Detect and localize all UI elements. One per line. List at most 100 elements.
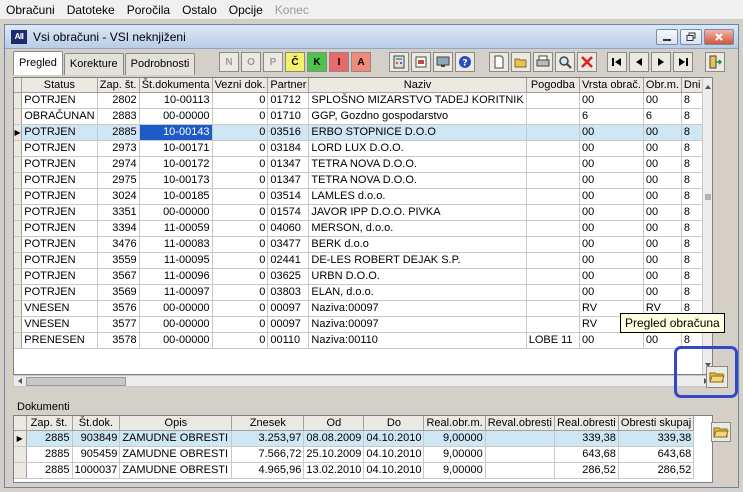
table-cell[interactable]: 00-00000: [139, 332, 213, 349]
doc-col-header-od[interactable]: Od: [303, 416, 365, 431]
row-indicator[interactable]: ▶: [14, 430, 27, 447]
table-cell[interactable]: 00097: [267, 316, 310, 333]
table-row[interactable]: POTRJEN 3476 11-00083 0 03477 BERK d.o.o 00 00 8: [14, 236, 712, 253]
table-cell[interactable]: 6: [643, 108, 682, 125]
table-cell[interactable]: 3.253,97: [231, 430, 305, 447]
table-row[interactable]: POTRJEN 3394 11-00059 0 04060 MERSON, d.o.o. 0…: [14, 220, 712, 237]
pregled-obracuna-button[interactable]: [706, 366, 728, 388]
filter-p-button[interactable]: P: [263, 52, 283, 72]
table-cell[interactable]: 00: [643, 284, 682, 301]
table-cell[interactable]: 00: [643, 140, 682, 157]
obracuni-grid[interactable]: Status Zap. št. Št.dokumenta Vezni dok. …: [13, 77, 713, 375]
table-cell[interactable]: Naziva:00110: [308, 332, 527, 349]
table-cell[interactable]: [526, 204, 581, 221]
table-cell[interactable]: 00: [643, 236, 682, 253]
table-cell[interactable]: LORD LUX D.O.O.: [308, 140, 527, 157]
table-row[interactable]: OBRAČUNAN 2883 00-00000 0 01710 GGP, Gozdno g…: [14, 108, 712, 125]
table-cell[interactable]: 0: [212, 108, 269, 125]
table-cell[interactable]: [526, 108, 581, 125]
table-cell[interactable]: POTRJEN: [21, 156, 98, 173]
table-cell[interactable]: 2973: [97, 140, 140, 157]
table-cell[interactable]: [526, 172, 581, 189]
table-cell[interactable]: 643,68: [618, 446, 695, 463]
row-indicator[interactable]: [14, 204, 23, 221]
table-cell[interactable]: POTRJEN: [21, 268, 98, 285]
grid-horizontal-scrollbar[interactable]: [13, 375, 713, 387]
table-cell[interactable]: 00: [579, 156, 644, 173]
table-cell[interactable]: 10-00185: [139, 188, 213, 205]
table-row[interactable]: POTRJEN 2975 10-00173 0 01347 TETRA NOVA D.O.…: [14, 172, 712, 189]
row-indicator[interactable]: [14, 268, 23, 285]
table-cell[interactable]: 0: [212, 252, 269, 269]
horizontal-scroll-thumb[interactable]: [26, 377, 126, 386]
table-cell[interactable]: 00: [579, 172, 644, 189]
table-cell[interactable]: 11-00096: [139, 268, 213, 285]
table-cell[interactable]: POTRJEN: [21, 172, 98, 189]
table-cell[interactable]: 04060: [267, 220, 310, 237]
table-cell[interactable]: 01347: [267, 172, 310, 189]
table-cell[interactable]: 00: [579, 268, 644, 285]
table-row[interactable]: ▶ 2885 903849 ZAMUDNE OBRESTI 3.253,97 08.08.…: [14, 430, 695, 447]
search-button[interactable]: [555, 52, 575, 72]
table-cell[interactable]: ZAMUDNE OBRESTI: [119, 462, 233, 479]
table-cell[interactable]: JAVOR IPP D.O.O. PIVKA: [308, 204, 527, 221]
table-cell[interactable]: 25.10.2009: [303, 446, 365, 463]
table-row[interactable]: POTRJEN 3559 11-00095 0 02441 DE-LES ROBERT D…: [14, 252, 712, 269]
table-cell[interactable]: 03516: [267, 124, 310, 141]
table-cell[interactable]: 00-00000: [139, 316, 213, 333]
tab-pregled[interactable]: Pregled: [13, 51, 63, 75]
table-row[interactable]: VNESEN 3576 00-00000 0 00097 Naziva:00097 RV RV…: [14, 300, 712, 317]
calculate-button[interactable]: [389, 52, 409, 72]
table-cell[interactable]: 9,00000: [423, 446, 486, 463]
menu-ostalo[interactable]: Ostalo: [176, 1, 223, 19]
print-setup-button[interactable]: [411, 52, 431, 72]
menu-obracuni[interactable]: Obračuni: [0, 1, 61, 19]
table-cell[interactable]: 0: [212, 204, 269, 221]
doc-col-header-do[interactable]: Do: [363, 416, 425, 431]
table-cell[interactable]: VNESEN: [21, 300, 98, 317]
open-button[interactable]: [511, 52, 531, 72]
table-cell[interactable]: 03477: [267, 236, 310, 253]
table-cell[interactable]: 00: [643, 92, 682, 109]
table-row[interactable]: POTRJEN 2973 10-00171 0 03184 LORD LUX D.O.O.…: [14, 140, 712, 157]
table-cell[interactable]: 01712: [267, 92, 310, 109]
table-cell[interactable]: [526, 156, 581, 173]
table-cell[interactable]: POTRJEN: [21, 236, 98, 253]
table-cell[interactable]: OBRAČUNAN: [21, 108, 98, 125]
table-cell[interactable]: 00: [579, 140, 644, 157]
table-cell[interactable]: 00: [643, 172, 682, 189]
table-cell[interactable]: [526, 284, 581, 301]
filter-a-button[interactable]: A: [351, 52, 371, 72]
row-indicator[interactable]: [14, 220, 23, 237]
table-cell[interactable]: [526, 316, 581, 333]
table-cell[interactable]: 905459: [72, 446, 121, 463]
row-indicator[interactable]: [14, 140, 23, 157]
doc-col-header-opis[interactable]: Opis: [119, 416, 233, 431]
table-cell[interactable]: 0: [212, 220, 269, 237]
table-cell[interactable]: 00: [579, 220, 644, 237]
row-indicator[interactable]: [14, 284, 23, 301]
table-cell[interactable]: TETRA NOVA D.O.O.: [308, 172, 527, 189]
table-cell[interactable]: 2802: [97, 92, 140, 109]
table-cell[interactable]: 2885: [26, 462, 73, 479]
table-cell[interactable]: 08.08.2009: [303, 430, 365, 447]
row-indicator[interactable]: [14, 462, 27, 479]
table-cell[interactable]: 7.566,72: [231, 446, 305, 463]
table-cell[interactable]: 0: [212, 188, 269, 205]
table-cell[interactable]: 3576: [97, 300, 140, 317]
table-cell[interactable]: POTRJEN: [21, 284, 98, 301]
table-cell[interactable]: 339,38: [618, 430, 695, 447]
table-cell[interactable]: 3578: [97, 332, 140, 349]
table-cell[interactable]: URBN D.O.O.: [308, 268, 527, 285]
col-header-obr-m[interactable]: Obr.m.: [643, 78, 682, 93]
table-cell[interactable]: 286,52: [554, 462, 619, 479]
table-cell[interactable]: 00: [643, 332, 682, 349]
table-cell[interactable]: 13.02.2010: [303, 462, 365, 479]
table-cell[interactable]: 00: [579, 252, 644, 269]
table-cell[interactable]: 00-00000: [139, 300, 213, 317]
table-cell[interactable]: 04.10.2010: [363, 462, 425, 479]
first-record-button[interactable]: [607, 52, 627, 72]
row-indicator[interactable]: [14, 188, 23, 205]
table-cell[interactable]: 0: [212, 92, 269, 109]
col-header-status[interactable]: Status: [21, 78, 98, 93]
